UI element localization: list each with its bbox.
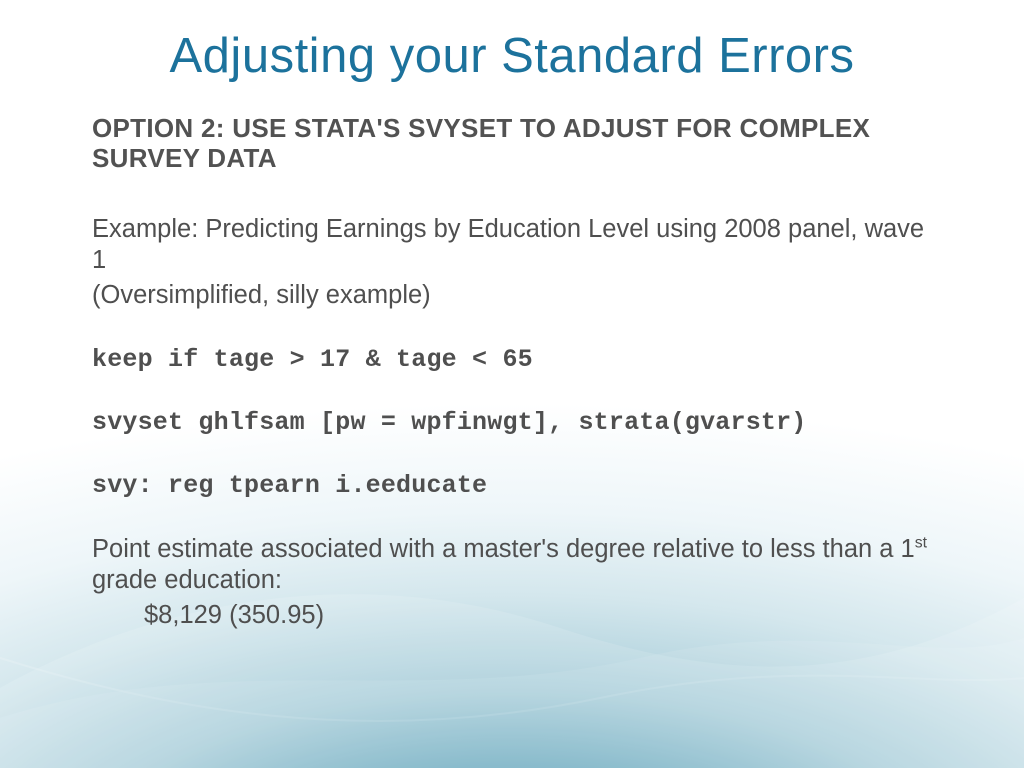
slide-content: OPTION 2: USE STATA'S SVYSET TO ADJUST F…: [82, 114, 942, 631]
example-description-line2: (Oversimplified, silly example): [92, 280, 942, 311]
ordinal-superscript: st: [915, 535, 927, 552]
estimate-label: Point estimate associated with a master'…: [92, 534, 942, 596]
estimate-value: $8,129 (350.95): [92, 600, 942, 631]
estimate-label-pre: Point estimate associated with a master'…: [92, 535, 915, 563]
code-line-keep: keep if tage > 17 & tage < 65: [92, 345, 942, 374]
option-subheading: OPTION 2: USE STATA'S SVYSET TO ADJUST F…: [92, 114, 942, 174]
code-line-svyset: svyset ghlfsam [pw = wpfinwgt], strata(g…: [92, 408, 942, 437]
estimate-label-post: grade education:: [92, 566, 282, 594]
code-line-svyreg: svy: reg tpearn i.eeducate: [92, 471, 942, 500]
example-description-line1: Example: Predicting Earnings by Educatio…: [92, 214, 942, 276]
slide: Adjusting your Standard Errors OPTION 2:…: [0, 0, 1024, 768]
slide-title: Adjusting your Standard Errors: [82, 28, 942, 84]
